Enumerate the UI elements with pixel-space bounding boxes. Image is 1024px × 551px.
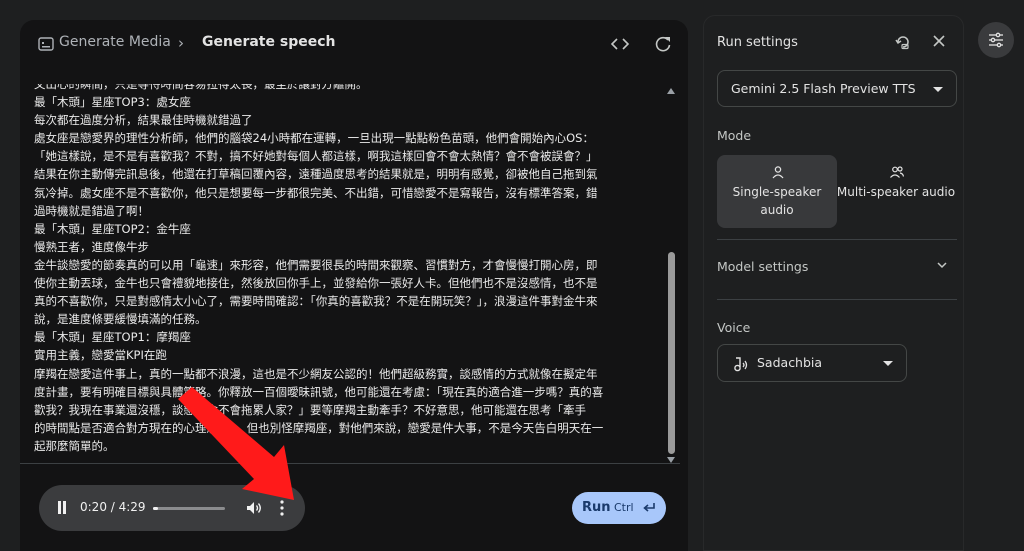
breadcrumb-separator: › bbox=[178, 34, 184, 52]
editor-line: 度計畫，要有明確目標與具體策略。你釋放一百個曖昧訊號，他可能還在考慮：「現在真的… bbox=[34, 384, 604, 399]
people-icon bbox=[890, 166, 904, 178]
close-icon[interactable] bbox=[932, 34, 946, 48]
mode-single-speaker[interactable]: Single-speaker audio bbox=[717, 155, 837, 228]
pause-icon[interactable] bbox=[57, 501, 67, 514]
code-icon[interactable] bbox=[610, 34, 630, 54]
playback-progress-fill bbox=[153, 507, 159, 510]
enter-key-icon bbox=[643, 503, 655, 512]
mode-label: Mode bbox=[717, 128, 752, 143]
model-select[interactable]: Gemini 2.5 Flash Preview TTS bbox=[717, 70, 957, 107]
editor-line: 處女座是戀愛界的理性分析師，他們的腦袋24小時都在運轉，一旦出現一點點粉色苗頭，… bbox=[34, 131, 594, 146]
editor-line: 最「木頭」星座TOP2：金牛座 bbox=[34, 221, 191, 236]
editor-text: 文出心的瞬間，只是等待時間容易拉得太長，最至於讓對方離開。最「木頭」星座TOP3… bbox=[34, 84, 652, 455]
editor-line: 真的不喜歡你，只是對感情太小心了，需要時間確認：「你真的喜歡我？不是在開玩笑？」… bbox=[34, 294, 598, 309]
reset-settings-icon[interactable] bbox=[895, 34, 911, 50]
editor-line: 結果在你主動傳完訊息後，他還在打草稿回覆內容，遠種過度思考的結果就是，明明有感覺… bbox=[34, 167, 598, 182]
editor-line: 起那麼簡單的。 bbox=[34, 438, 115, 453]
scroll-down-arrow[interactable] bbox=[667, 457, 675, 463]
run-shortcut-label: Ctrl bbox=[614, 501, 634, 514]
voice-select[interactable]: Sadachbia bbox=[717, 344, 907, 382]
chevron-down-icon[interactable] bbox=[936, 259, 948, 271]
voice-select-value: Sadachbia bbox=[757, 355, 823, 370]
page-title: Generate speech bbox=[202, 34, 336, 50]
editor-line: 「她這樣說，是不是有喜歡我？不對，搞不好她對每個人都這樣，啊我這樣回會不會太熱情… bbox=[34, 149, 598, 164]
run-settings-title: Run settings bbox=[717, 35, 798, 50]
editor-line: 歡我？我現在事業還沒穩，談戀愛會不會拖累人家？」要等摩羯主動牽手？不好意思，他可… bbox=[34, 402, 586, 417]
scrollbar-thumb[interactable] bbox=[668, 252, 675, 454]
editor-line: 文出心的瞬間，只是等待時間容易拉得太長，最至於讓對方離開。 bbox=[34, 84, 368, 91]
main-panel: Generate Media › Generate speech 文出心的瞬間，… bbox=[20, 20, 688, 551]
voice-icon bbox=[734, 357, 748, 372]
run-button[interactable]: Run Ctrl bbox=[572, 492, 666, 524]
voice-label: Voice bbox=[717, 320, 751, 335]
editor-line: 氛冷掉。處女座不是不喜歡你，他只是想要每一步都很完美、不出錯，可惜戀愛不是寫報告… bbox=[34, 185, 598, 200]
editor-line: 慢熟王者，進度像牛步 bbox=[34, 239, 149, 254]
chevron-down-icon bbox=[933, 87, 943, 92]
divider bbox=[717, 299, 957, 300]
run-settings-toggle[interactable] bbox=[978, 22, 1014, 58]
editor-line: 的時間點是否適合對方現在的心理狀態」。但也別怪摩羯座，對他們來說，戀愛是件大事，… bbox=[34, 420, 604, 435]
editor-line: 最「木頭」星座TOP3：處女座 bbox=[34, 95, 191, 110]
chevron-down-icon bbox=[883, 361, 893, 366]
editor-line: 摩羯在戀愛這件事上，真的一點都不浪漫，這也是不少網友公認的！他們超級務實，談感情… bbox=[34, 366, 598, 381]
media-icon bbox=[38, 37, 54, 51]
playback-time: 0:20 / 4:29 bbox=[80, 500, 146, 514]
mode-multi-speaker-label: Multi-speaker audio bbox=[836, 185, 956, 199]
model-settings-label[interactable]: Model settings bbox=[717, 259, 808, 274]
refresh-icon[interactable] bbox=[653, 34, 673, 54]
editor-line: 最「木頭」星座TOP1：摩羯座 bbox=[34, 330, 191, 345]
editor-line: 每次都在過度分析，結果最佳時機就錯過了 bbox=[34, 113, 253, 128]
divider bbox=[717, 239, 957, 240]
annotation-arrow-icon bbox=[178, 387, 294, 500]
mode-single-speaker-label: Single-speaker audio bbox=[732, 185, 822, 217]
editor-line: 金牛談戀愛的節奏真的可以用「龜速」來形容，他們需要很長的時間來觀察、習慣對方，才… bbox=[34, 257, 598, 272]
breadcrumb-generate-media[interactable]: Generate Media bbox=[59, 34, 171, 50]
tune-icon bbox=[989, 32, 1003, 48]
editor-line: 使你主動丟球，金牛也只會禮貌地接住，然後放回你手上，並發給你一張好人卡。但他們也… bbox=[34, 276, 598, 291]
run-settings-panel: Run settings Gemini 2.5 Flash Preview TT… bbox=[703, 15, 964, 551]
speech-text-editor[interactable]: 文出心的瞬間，只是等待時間容易拉得太長，最至於讓對方離開。最「木頭」星座TOP3… bbox=[20, 84, 680, 464]
header: Generate Media › Generate speech bbox=[20, 20, 688, 70]
model-select-value: Gemini 2.5 Flash Preview TTS bbox=[731, 81, 916, 96]
scroll-up-arrow[interactable] bbox=[667, 88, 675, 94]
editor-line: 說，是進度條要緩慢填滿的任務。 bbox=[34, 312, 207, 327]
editor-line: 實用主義，戀愛當KPI在跑 bbox=[34, 348, 167, 363]
editor-line: 過時機就是錯過了啊！ bbox=[34, 203, 149, 218]
mode-multi-speaker[interactable]: Multi-speaker audio bbox=[836, 155, 956, 228]
person-icon bbox=[772, 166, 784, 179]
run-button-label: Run bbox=[582, 500, 611, 515]
